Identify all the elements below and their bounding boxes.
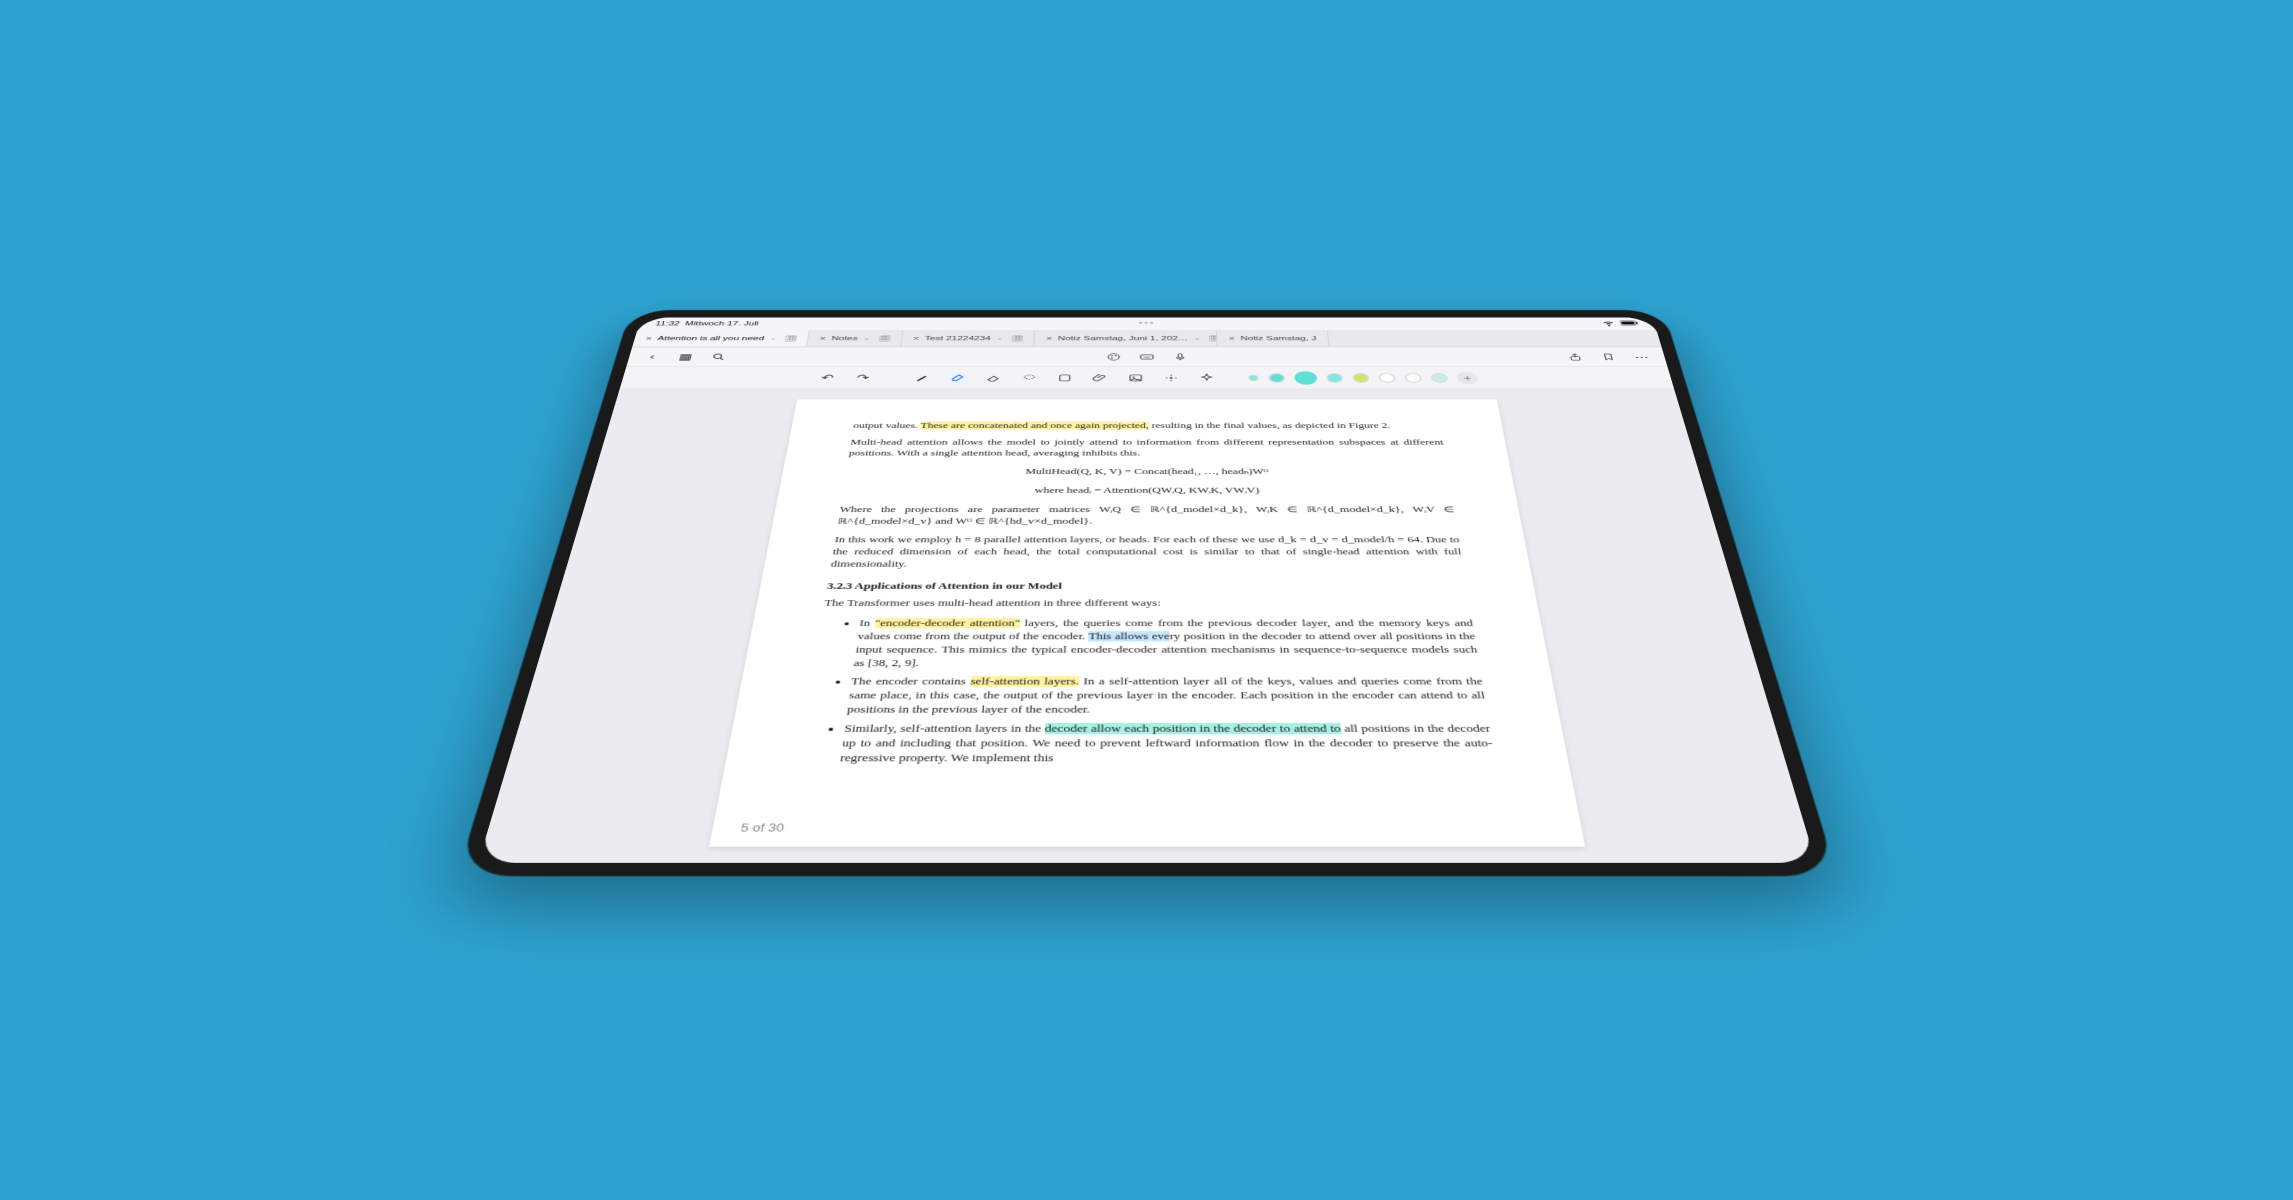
sidebar-icon[interactable]: ▥ xyxy=(785,335,797,341)
undo-icon[interactable]: ↶ xyxy=(815,371,840,384)
list-item: Similarly, self-attention layers in the … xyxy=(839,721,1496,765)
bookmark-icon[interactable] xyxy=(1596,351,1619,363)
status-date: Mittwoch 17. Juli xyxy=(684,321,759,327)
attachment-icon[interactable] xyxy=(1088,371,1111,384)
palette-icon[interactable] xyxy=(1103,351,1124,363)
shape-icon[interactable] xyxy=(1053,371,1076,384)
equation: where headᵢ = Attention(QWᵢQ, KWᵢK, VWᵢV… xyxy=(841,485,1451,496)
sidebar-icon[interactable]: ▥ xyxy=(1209,335,1218,341)
tab-test[interactable]: × Test 21224234 ⌄ ▥ xyxy=(900,330,1035,347)
color-swatch[interactable] xyxy=(1268,373,1286,383)
chevron-down-icon[interactable]: ⌄ xyxy=(995,335,1002,341)
tab-label: Notes xyxy=(830,335,857,341)
tab-attention[interactable]: × Attention is all you need ⌄ ▥ xyxy=(632,330,810,347)
back-button[interactable]: ‹ xyxy=(640,351,664,363)
color-swatch[interactable] xyxy=(1377,373,1395,383)
highlight-teal: decoder allow each position in the decod… xyxy=(1044,723,1341,734)
pen-icon[interactable] xyxy=(910,371,934,384)
section-heading: 3.2.3 Applications of Attention in our M… xyxy=(826,580,1468,593)
add-color-button[interactable]: + xyxy=(1455,372,1478,384)
ai-icon[interactable] xyxy=(1195,371,1218,384)
grid-icon[interactable]: ▦ xyxy=(673,351,696,363)
tool-row: ↶ ↷ xyxy=(619,367,1674,389)
color-swatch[interactable] xyxy=(1404,373,1422,383)
page-number: 5 of 30 xyxy=(739,820,785,836)
keyboard-icon[interactable] xyxy=(1136,351,1156,363)
paragraph: output values. These are concatenated an… xyxy=(852,420,1441,431)
close-icon[interactable]: × xyxy=(818,335,826,342)
top-toolbar: ‹ ▦ xyxy=(626,347,1667,367)
tab-notiz-2[interactable]: × Notiz Samstag, J xyxy=(1217,330,1329,347)
tab-label: Notiz Samstag, J xyxy=(1240,335,1316,341)
canvas[interactable]: output values. These are concatenated an… xyxy=(477,389,1815,863)
highlight-yellow: These are concatenated and once again pr… xyxy=(920,421,1148,429)
search-icon[interactable] xyxy=(707,351,730,363)
eraser-icon[interactable] xyxy=(982,371,1006,384)
screen-front: 11:32 Mittwoch 17. Juli ••• × Attention … xyxy=(477,318,1815,863)
highlight-blue: This allows eve xyxy=(1088,631,1169,641)
close-icon[interactable]: × xyxy=(1045,335,1052,342)
color-swatch-selected[interactable] xyxy=(1293,371,1317,384)
color-swatch[interactable] xyxy=(1430,373,1448,383)
color-swatch[interactable] xyxy=(1351,373,1369,383)
tab-notiz-1[interactable]: × Notiz Samstag, Juni 1, 202… ⌄ ▥ xyxy=(1034,330,1217,347)
sidebar-icon[interactable]: ▥ xyxy=(1012,335,1023,341)
list-item: In "encoder-decoder attention" layers, t… xyxy=(852,617,1480,670)
chevron-down-icon[interactable]: ⌄ xyxy=(769,335,777,341)
ipad-front: 11:32 Mittwoch 17. Juli ••• × Attention … xyxy=(457,310,1836,876)
redo-icon[interactable]: ↷ xyxy=(850,371,875,384)
paragraph: The Transformer uses multi-head attentio… xyxy=(823,597,1470,610)
highlight-yellow: self-attention layers. xyxy=(970,676,1079,687)
sidebar-icon[interactable]: ▥ xyxy=(878,335,890,341)
more-icon[interactable]: ⋯ xyxy=(1629,351,1653,363)
tab-label: Test 21224234 xyxy=(924,335,991,341)
laser-icon[interactable] xyxy=(1160,371,1183,384)
highlight-yellow: "encoder-decoder attention" xyxy=(874,618,1020,628)
chevron-down-icon[interactable]: ⌄ xyxy=(862,335,870,341)
close-icon[interactable]: × xyxy=(644,335,653,342)
close-icon[interactable]: × xyxy=(1228,335,1235,342)
tab-label: Notiz Samstag, Juni 1, 202… xyxy=(1057,335,1187,341)
tab-bar: × Attention is all you need ⌄ ▥ × Notes … xyxy=(632,330,1662,347)
tab-label: Attention is all you need xyxy=(656,335,764,341)
highlighter-icon[interactable] xyxy=(946,371,970,384)
status-bar: 11:32 Mittwoch 17. Juli ••• xyxy=(637,318,1656,331)
paragraph: Multi-head attention allows the model to… xyxy=(848,437,1446,459)
mic-icon[interactable] xyxy=(1169,351,1190,363)
multitask-indicator[interactable]: ••• xyxy=(1138,320,1155,327)
bullet-list: In "encoder-decoder attention" layers, t… xyxy=(797,617,1495,766)
battery-icon xyxy=(1619,320,1639,327)
highlighter-swatches: + xyxy=(1247,371,1478,384)
document-page: output values. These are concatenated an… xyxy=(708,399,1584,846)
close-icon[interactable]: × xyxy=(912,335,919,342)
wifi-icon xyxy=(1601,319,1616,328)
paragraph: Where the projections are parameter matr… xyxy=(836,504,1456,527)
status-time: 11:32 xyxy=(654,321,680,327)
image-icon[interactable] xyxy=(1124,371,1146,384)
tab-notes[interactable]: × Notes ⌄ ▥ xyxy=(807,330,903,347)
chevron-down-icon[interactable]: ⌄ xyxy=(1193,335,1200,341)
color-swatch[interactable] xyxy=(1325,373,1343,383)
color-swatch[interactable] xyxy=(1247,374,1259,381)
paragraph: In this work we employ h = 8 parallel at… xyxy=(829,534,1463,570)
list-item: The encoder contains self-attention laye… xyxy=(846,674,1488,716)
equation: MultiHead(Q, K, V) = Concat(head₁, …, he… xyxy=(845,466,1449,477)
lasso-icon[interactable] xyxy=(1017,371,1040,384)
share-icon[interactable] xyxy=(1563,351,1586,363)
